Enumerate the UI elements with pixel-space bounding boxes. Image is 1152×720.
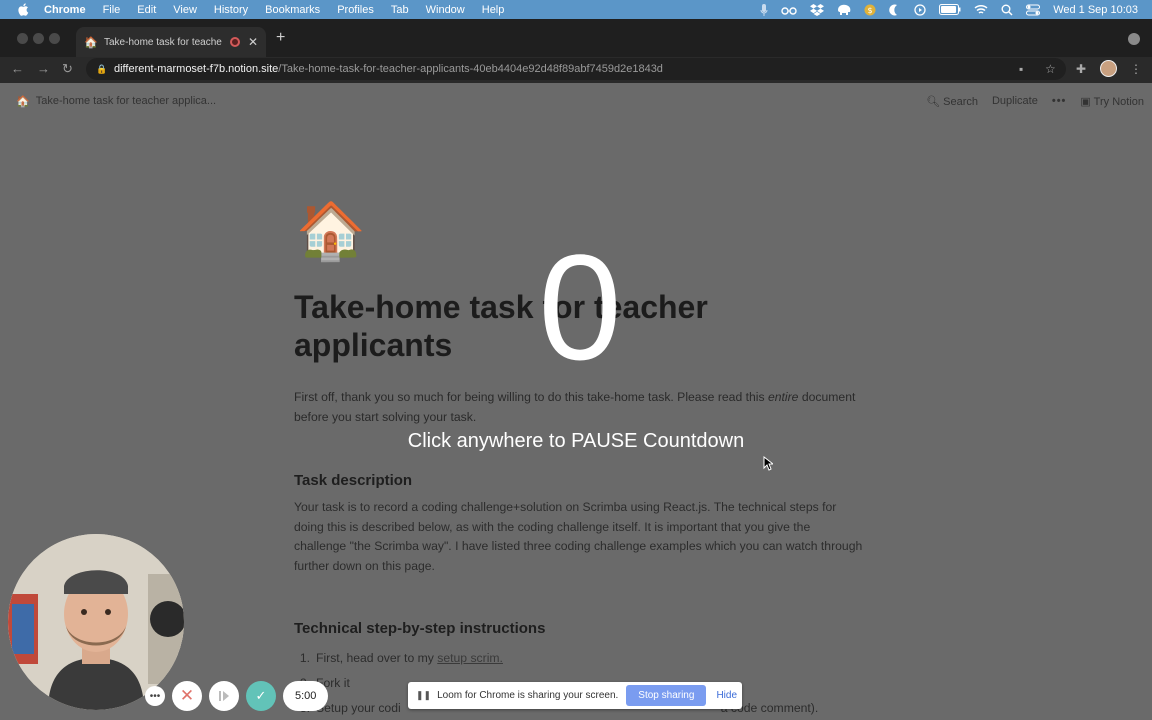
browser-toolbar: ← → ↻ 🔒 different-marmoset-f7b.notion.si… (0, 57, 1152, 83)
menu-edit[interactable]: Edit (137, 4, 156, 16)
window-minimize-button[interactable] (33, 33, 44, 44)
window-zoom-button[interactable] (49, 33, 60, 44)
lock-icon[interactable]: 🔒 (96, 64, 108, 75)
steps-heading[interactable]: Technical step-by-step instructions (294, 620, 864, 637)
svg-text:$: $ (868, 6, 873, 15)
menu-file[interactable]: File (103, 4, 121, 16)
step-number: 1. (299, 651, 310, 665)
ellipsis-icon: ••• (149, 690, 161, 702)
tab-strip: 🏠 Take-home task for teache ✕ + (0, 19, 1152, 57)
url-host: different-marmoset-f7b.notion.site (114, 63, 279, 75)
setup-scrim-link[interactable]: setup scrim. (437, 651, 503, 665)
intro-text: First off, thank you so much for being w… (294, 390, 768, 404)
share-status-text: Loom for Chrome is sharing your screen. (437, 690, 619, 701)
hide-button[interactable]: Hide (716, 690, 737, 701)
breadcrumb-title: Take-home task for teacher applica... (35, 95, 217, 107)
intro-paragraph[interactable]: First off, thank you so much for being w… (294, 388, 864, 427)
forward-arrow-icon[interactable]: → (37, 61, 50, 76)
menu-history[interactable]: History (214, 4, 248, 16)
menu-tab[interactable]: Tab (391, 4, 409, 16)
page-icon-house[interactable]: 🏠 (296, 198, 366, 264)
menubar-clock[interactable]: Wed 1 Sep 10:03 (1053, 4, 1138, 16)
menu-bookmarks[interactable]: Bookmarks (265, 4, 320, 16)
browser-tab[interactable]: 🏠 Take-home task for teache ✕ (76, 27, 266, 57)
notion-logo-icon: ▣ (1080, 95, 1091, 108)
search-button[interactable]: 🔍︎ Search (926, 95, 978, 108)
menu-help[interactable]: Help (482, 4, 505, 16)
tab-close-icon[interactable]: ✕ (248, 35, 258, 49)
tab-search-icon[interactable] (1128, 33, 1140, 45)
mouse-cursor-icon (763, 455, 775, 476)
spotlight-search-icon[interactable] (1001, 4, 1013, 16)
play-pause-icon (219, 691, 229, 701)
list-item[interactable]: 1. First, head over to my setup scrim. (294, 646, 864, 671)
microphone-icon[interactable] (760, 3, 768, 16)
menu-window[interactable]: Window (426, 4, 465, 16)
loom-controls: ••• ✕ ✓ 5:00 (145, 681, 329, 711)
search-icon: 🔍︎ (926, 95, 941, 108)
menu-view[interactable]: View (173, 4, 197, 16)
checkmark-icon: ✓ (255, 688, 267, 703)
menu-bar: Chrome File Edit View History Bookmarks … (0, 0, 1152, 19)
window-close-button[interactable] (17, 33, 28, 44)
loom-finish-button[interactable]: ✓ (246, 681, 276, 711)
apple-icon[interactable] (12, 3, 34, 16)
search-label: Search (943, 95, 978, 108)
recording-indicator-icon (229, 37, 240, 47)
battery-icon[interactable] (939, 4, 961, 15)
address-bar[interactable]: 🔒 different-marmoset-f7b.notion.site/Tak… (86, 58, 1066, 80)
extensions-puzzle-icon[interactable]: ✚ (1076, 62, 1086, 76)
control-center-icon[interactable] (1026, 4, 1041, 16)
loom-cancel-button[interactable]: ✕ (172, 681, 202, 711)
menu-profiles[interactable]: Profiles (337, 4, 374, 16)
wifi-icon[interactable] (974, 4, 988, 15)
task-description-heading[interactable]: Task description (294, 472, 864, 489)
back-arrow-icon[interactable]: ← (11, 61, 24, 76)
notion-topbar: 🏠 Take-home task for teacher applica... … (0, 83, 1152, 119)
menu-app-chrome[interactable]: Chrome (44, 4, 86, 16)
reload-icon[interactable]: ↻ (62, 61, 73, 77)
coin-icon[interactable]: $ (864, 4, 876, 16)
bookmark-star-icon[interactable]: ☆ (1045, 62, 1056, 76)
house-emoji-icon: 🏠 (16, 95, 30, 108)
breadcrumb[interactable]: 🏠 Take-home task for teacher applica... (16, 95, 216, 108)
house-favicon-icon: 🏠 (84, 36, 98, 49)
intro-emphasis: entire (767, 390, 799, 404)
elephant-icon[interactable] (837, 4, 851, 16)
chrome-menu-icon[interactable]: ⋮ (1130, 62, 1142, 76)
task-description-paragraph[interactable]: Your task is to record a coding challeng… (294, 498, 864, 576)
step-text: First, head over to my (316, 651, 438, 665)
camera-icon[interactable]: ▪ (1019, 62, 1023, 76)
glasses-icon[interactable] (781, 5, 797, 15)
moon-icon[interactable] (889, 3, 901, 16)
url-path: /Take-home-task-for-teacher-applicants-4… (278, 63, 663, 75)
profile-avatar-icon[interactable] (1100, 60, 1117, 77)
step-text: Setup your codi (316, 701, 401, 715)
try-notion-button[interactable]: ▣ Try Notion (1080, 95, 1144, 108)
dropbox-icon[interactable] (810, 3, 825, 16)
stop-sharing-button[interactable]: Stop sharing (626, 685, 707, 706)
countdown-number[interactable]: 0 (480, 232, 680, 382)
new-tab-icon[interactable]: + (276, 29, 285, 47)
duplicate-button[interactable]: Duplicate (992, 95, 1038, 107)
screen-share-bar: ❚❚ Loom for Chrome is sharing your scree… (408, 682, 742, 709)
close-icon: ✕ (179, 686, 195, 705)
try-notion-label: Try Notion (1093, 95, 1144, 108)
loom-more-button[interactable]: ••• (145, 686, 165, 706)
loom-pause-button[interactable] (209, 681, 239, 711)
pause-bars-icon: ❚❚ (416, 690, 432, 700)
browser-chrome: 🏠 Take-home task for teache ✕ + ← → ↻ 🔒 … (0, 19, 1152, 83)
more-options-icon[interactable]: ••• (1052, 95, 1067, 107)
tab-title: Take-home task for teache (104, 36, 222, 48)
play-circle-icon[interactable] (914, 3, 926, 16)
loom-timer: 5:00 (283, 681, 329, 711)
countdown-pause-hint[interactable]: Click anywhere to PAUSE Countdown (300, 430, 852, 453)
